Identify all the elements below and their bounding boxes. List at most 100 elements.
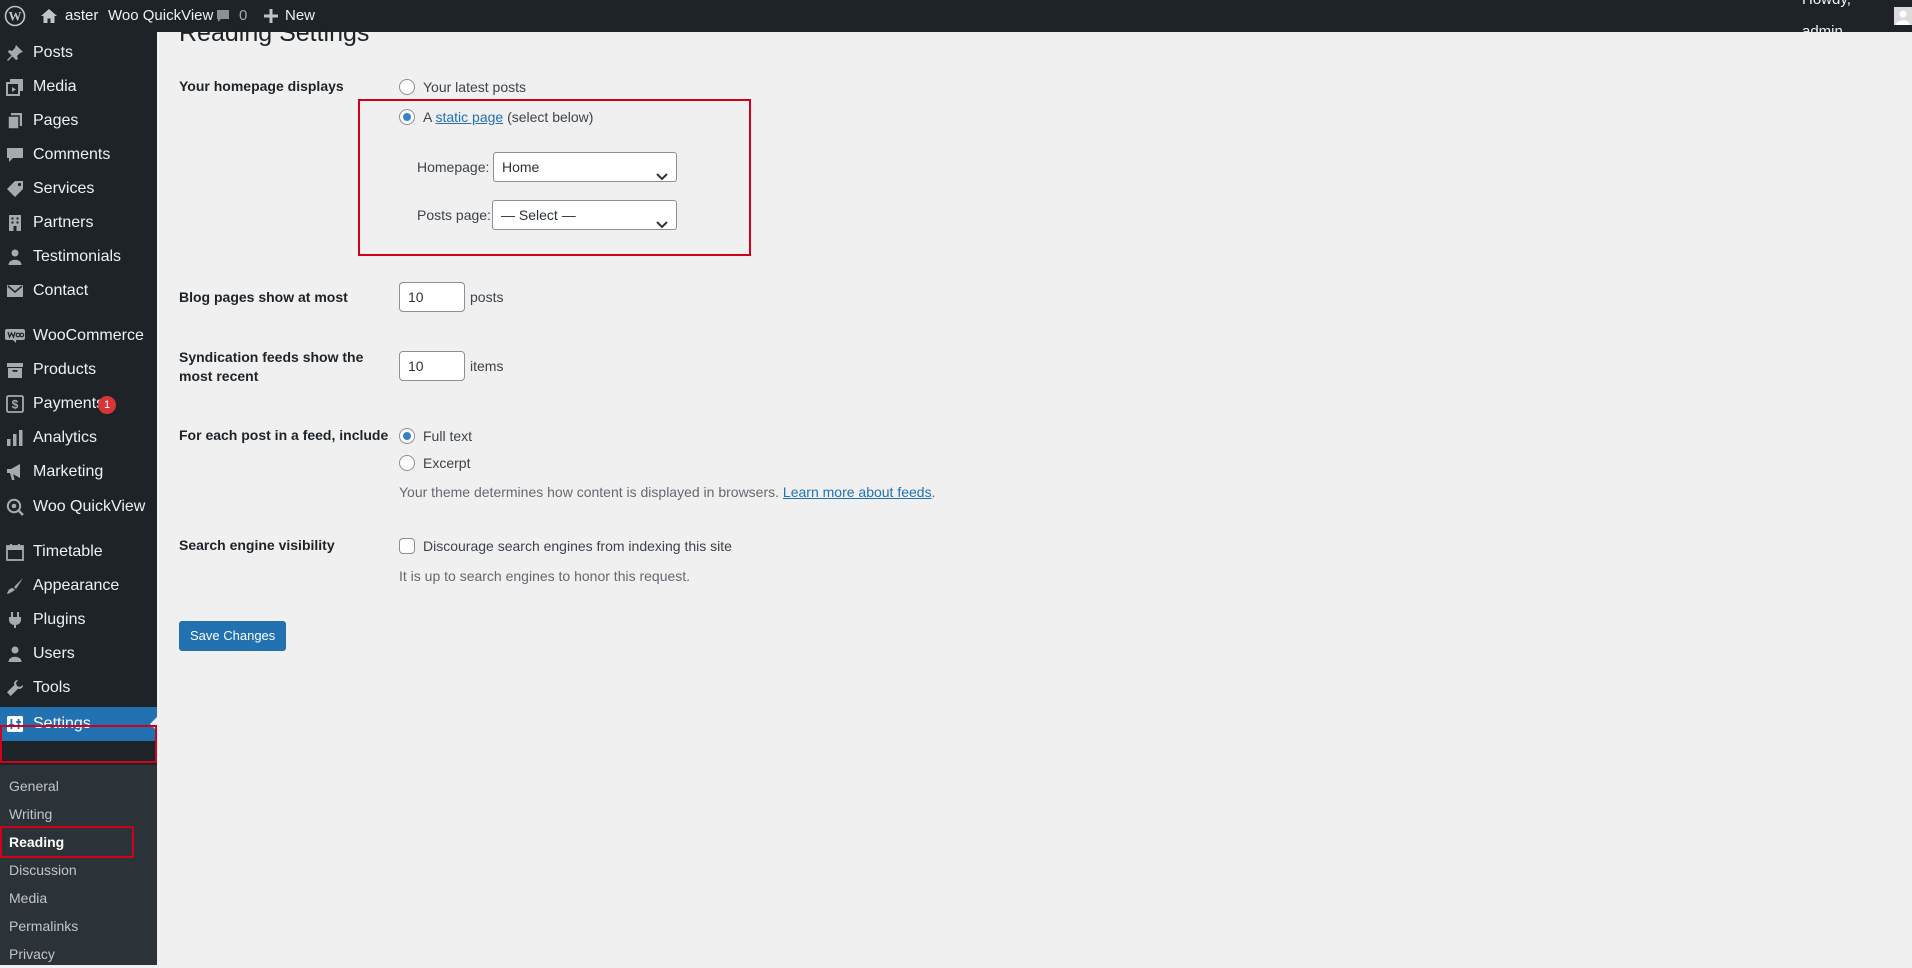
magnifier-eye-icon bbox=[5, 497, 25, 517]
chevron-down-icon bbox=[656, 210, 668, 238]
submenu-general[interactable]: General bbox=[9, 772, 59, 800]
homepage-select-label: Homepage: bbox=[417, 159, 490, 175]
menu-label: Users bbox=[33, 645, 75, 662]
menu-item-products[interactable]: Products bbox=[0, 353, 157, 387]
settings-icon bbox=[5, 714, 25, 734]
site-name-link[interactable]: aster bbox=[40, 0, 98, 32]
users-icon bbox=[5, 644, 25, 664]
menu-item-pages[interactable]: Pages bbox=[0, 104, 157, 138]
syndication-label-line2: most recent bbox=[179, 368, 259, 384]
menu-label: Appearance bbox=[33, 577, 120, 594]
blog-pages-unit: posts bbox=[470, 289, 504, 305]
settings-submenu: General Writing Reading Discussion Media… bbox=[0, 765, 157, 965]
menu-item-tools[interactable]: Tools bbox=[0, 671, 157, 705]
menu-label: Contact bbox=[33, 282, 89, 299]
syndication-label-line1: Syndication feeds show the bbox=[179, 349, 364, 365]
search-visibility-description: It is up to search engines to honor this… bbox=[399, 568, 691, 584]
notification-badge: 1 bbox=[98, 396, 116, 414]
submenu-privacy[interactable]: Privacy bbox=[9, 940, 55, 968]
static-page-prefix: A bbox=[423, 109, 432, 125]
menu-label: Testimonials bbox=[33, 248, 122, 265]
menu-label: Comments bbox=[33, 146, 111, 163]
syndication-label: Syndication feeds show the most recent bbox=[179, 348, 363, 386]
my-account-link[interactable]: Howdy, admin bbox=[1802, 0, 1912, 40]
menu-item-media[interactable]: Media bbox=[0, 70, 157, 104]
admin-sidebar: Posts Media Pages Comments Services Part… bbox=[0, 32, 157, 965]
dollar-icon: $ bbox=[5, 394, 25, 414]
posts-page-select-label: Posts page: bbox=[417, 207, 491, 223]
menu-item-users[interactable]: Users bbox=[0, 637, 157, 671]
menu-item-appearance[interactable]: Appearance bbox=[0, 569, 157, 603]
menu-item-analytics[interactable]: Analytics bbox=[0, 421, 157, 455]
menu-item-payments[interactable]: $ Payments 1 bbox=[0, 387, 157, 421]
megaphone-icon bbox=[5, 462, 25, 482]
discourage-search-checkbox[interactable] bbox=[399, 538, 415, 554]
pages-icon bbox=[5, 111, 25, 131]
menu-item-plugins[interactable]: Plugins bbox=[0, 603, 157, 637]
menu-item-timetable[interactable]: Timetable bbox=[0, 535, 157, 569]
menu-label: Pages bbox=[33, 112, 79, 129]
learn-more-feeds-link[interactable]: Learn more about feeds bbox=[783, 484, 932, 500]
menu-label: Settings bbox=[33, 715, 91, 732]
menu-label: Media bbox=[33, 78, 77, 95]
avatar bbox=[1894, 7, 1912, 25]
svg-text:$: $ bbox=[12, 398, 19, 412]
media-icon bbox=[5, 77, 25, 97]
feed-include-label: For each post in a feed, include bbox=[179, 427, 389, 443]
excerpt-label[interactable]: Excerpt bbox=[423, 453, 470, 473]
save-changes-button[interactable]: Save Changes bbox=[179, 621, 287, 651]
submenu-permalinks[interactable]: Permalinks bbox=[9, 912, 78, 940]
submenu-writing[interactable]: Writing bbox=[9, 800, 52, 828]
full-text-label[interactable]: Full text bbox=[423, 426, 472, 446]
menu-item-marketing[interactable]: Marketing bbox=[0, 455, 157, 489]
blog-pages-input[interactable]: 10 bbox=[399, 282, 465, 312]
menu-item-partners[interactable]: Partners bbox=[0, 206, 157, 240]
latest-posts-label[interactable]: Your latest posts bbox=[423, 77, 526, 97]
static-page-link[interactable]: static page bbox=[435, 109, 503, 125]
blog-pages-label: Blog pages show at most bbox=[179, 289, 348, 305]
wordpress-logo-icon[interactable]: W bbox=[4, 0, 26, 32]
feed-description-suffix: . bbox=[931, 484, 936, 500]
full-text-radio[interactable] bbox=[399, 428, 415, 444]
menu-item-settings[interactable]: Settings bbox=[0, 707, 157, 741]
submenu-reading[interactable]: Reading bbox=[9, 828, 64, 856]
submenu-discussion[interactable]: Discussion bbox=[9, 856, 77, 884]
menu-label: Products bbox=[33, 361, 97, 378]
menu-item-testimonials[interactable]: Testimonials bbox=[0, 240, 157, 274]
homepage-select[interactable]: Home bbox=[493, 152, 677, 182]
static-page-radio[interactable] bbox=[399, 109, 415, 125]
menu-item-woo-quickview[interactable]: Woo QuickView bbox=[0, 490, 157, 524]
home-icon bbox=[40, 8, 58, 24]
menu-label: Tools bbox=[33, 679, 71, 696]
posts-page-select[interactable]: — Select — bbox=[492, 200, 677, 230]
menu-item-contact[interactable]: Contact bbox=[0, 274, 157, 308]
mail-icon bbox=[5, 281, 25, 301]
menu-label: WooCommerce bbox=[33, 327, 144, 344]
menu-label: Analytics bbox=[33, 429, 98, 446]
latest-posts-radio[interactable] bbox=[399, 79, 415, 95]
archive-icon bbox=[5, 360, 25, 380]
excerpt-radio[interactable] bbox=[399, 455, 415, 471]
syndication-input[interactable]: 10 bbox=[399, 351, 465, 381]
search-visibility-label: Search engine visibility bbox=[179, 537, 335, 553]
homepage-displays-label: Your homepage displays bbox=[179, 78, 344, 94]
chevron-down-icon bbox=[656, 162, 668, 190]
static-page-option[interactable]: A static page (select below) bbox=[423, 107, 593, 127]
menu-item-woocommerce[interactable]: WooCommerce bbox=[0, 319, 157, 353]
wrench-icon bbox=[5, 678, 25, 698]
svg-text:W: W bbox=[9, 9, 22, 24]
menu-label: Payments bbox=[33, 395, 105, 412]
menu-item-comments[interactable]: Comments bbox=[0, 138, 157, 172]
menu-item-services[interactable]: Services bbox=[0, 172, 157, 206]
posts-page-select-value: — Select — bbox=[501, 207, 576, 223]
main-content: Reading Settings Your homepage displays … bbox=[157, 19, 1912, 965]
syndication-unit: items bbox=[470, 358, 504, 374]
submenu-media[interactable]: Media bbox=[9, 884, 47, 912]
menu-item-posts[interactable]: Posts bbox=[0, 36, 157, 70]
discourage-search-label[interactable]: Discourage search engines from indexing … bbox=[423, 536, 732, 556]
site-name: aster bbox=[65, 7, 99, 24]
pin-icon bbox=[5, 43, 25, 63]
static-page-suffix: (select below) bbox=[507, 109, 594, 125]
menu-label: Services bbox=[33, 180, 95, 197]
person-icon bbox=[5, 247, 25, 267]
